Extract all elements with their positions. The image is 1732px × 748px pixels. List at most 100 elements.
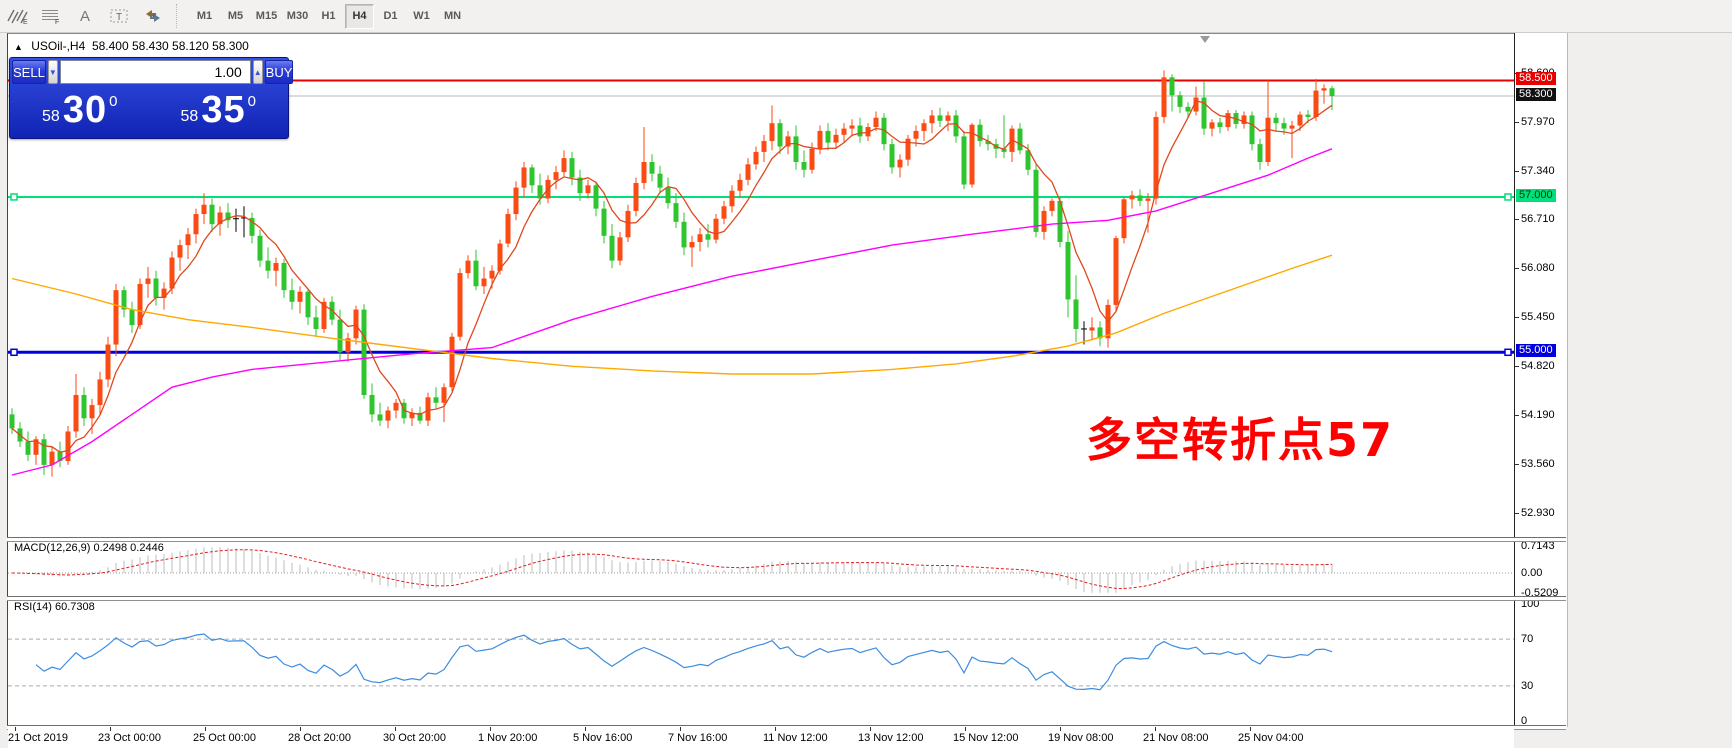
candle-body xyxy=(1218,122,1223,127)
price-tick-label: 57.340 xyxy=(1521,165,1555,177)
price-axis[interactable]: 58.60057.97057.34056.71056.08055.45054.8… xyxy=(1514,33,1568,727)
price-tick xyxy=(1515,464,1519,465)
price-flag-55.000: 55.000 xyxy=(1516,344,1556,357)
candle-body xyxy=(626,211,631,237)
candle-body xyxy=(1090,327,1095,330)
time-tick xyxy=(1250,727,1251,731)
candle-body xyxy=(586,185,591,193)
timeframe-button-h4[interactable]: H4 xyxy=(345,4,374,29)
candle-body xyxy=(1146,199,1151,201)
candle-body xyxy=(258,236,263,261)
rsi-indicator[interactable] xyxy=(8,598,1514,726)
indicators-grid-icon[interactable]: F xyxy=(36,4,66,28)
candle-body xyxy=(570,158,575,177)
candle-body xyxy=(770,123,775,141)
time-label: 23 Oct 00:00 xyxy=(98,732,161,744)
time-axis[interactable]: 21 Oct 201923 Oct 00:0025 Oct 00:0028 Oc… xyxy=(8,727,1514,748)
ohlc-close: 58.300 xyxy=(212,39,249,53)
text-label-icon[interactable]: A xyxy=(70,4,100,28)
candle-body xyxy=(946,115,951,120)
ohlc-high: 58.430 xyxy=(132,39,169,53)
sell-button[interactable]: SELL xyxy=(12,60,46,84)
candle-body xyxy=(394,403,399,411)
time-label: 30 Oct 20:00 xyxy=(383,732,446,744)
timeframe-button-m15[interactable]: M15 xyxy=(252,4,281,29)
volume-input[interactable] xyxy=(60,60,251,84)
candle-body xyxy=(938,115,943,120)
candle-body xyxy=(962,136,967,184)
candle-body xyxy=(610,236,615,261)
timeframe-button-h1[interactable]: H1 xyxy=(314,4,343,29)
price-tick xyxy=(1515,171,1519,172)
macd-label: MACD(12,26,9) 0.2498 0.2446 xyxy=(14,542,164,554)
candle-body xyxy=(690,242,695,247)
candle-body xyxy=(10,414,15,428)
price-tick-label: 53.560 xyxy=(1521,458,1555,470)
candle-body xyxy=(1210,122,1215,128)
candle-body xyxy=(1306,115,1311,117)
candle-body xyxy=(874,118,879,127)
candle-body xyxy=(898,160,903,168)
chart-expert-icon[interactable]: E xyxy=(2,4,32,28)
candle-body xyxy=(1066,242,1071,299)
candle-body xyxy=(1178,95,1183,107)
candle-body xyxy=(914,131,919,139)
shapes-arrow-icon[interactable]: ▼ xyxy=(138,4,168,28)
text-box-icon[interactable]: T xyxy=(104,4,134,28)
time-label: 25 Oct 00:00 xyxy=(193,732,256,744)
candle-body xyxy=(274,263,279,271)
volume-decrease-button[interactable]: ▼ xyxy=(48,60,58,84)
candle-body xyxy=(1122,199,1127,238)
candle-body xyxy=(810,149,815,170)
annotation-text: 多空转折点57 xyxy=(1086,404,1394,470)
candle-body xyxy=(298,292,303,302)
buy-price[interactable]: 58 35 0 xyxy=(151,86,287,134)
time-tick xyxy=(680,727,681,731)
hline-handle[interactable] xyxy=(1505,349,1511,355)
candle-body xyxy=(482,278,487,286)
chart-shift-marker-icon xyxy=(1200,36,1210,43)
volume-increase-button[interactable]: ▲ xyxy=(253,60,263,84)
macd-indicator[interactable] xyxy=(8,540,1514,596)
candle-body xyxy=(1282,123,1287,128)
sell-price-fraction: 0 xyxy=(109,93,117,110)
price-tick-label: 55.450 xyxy=(1521,311,1555,323)
time-label: 21 Oct 2019 xyxy=(8,732,68,744)
hline-handle[interactable] xyxy=(11,349,17,355)
price-tick xyxy=(1515,268,1519,269)
candle-body xyxy=(1226,113,1231,127)
timeframe-button-w1[interactable]: W1 xyxy=(407,4,436,29)
candle-body xyxy=(130,310,135,326)
hline-handle[interactable] xyxy=(1505,194,1511,200)
price-flag-57.000: 57.000 xyxy=(1516,189,1556,202)
symbol-period: USOil-,H4 xyxy=(31,39,85,53)
ohlc-open: 58.400 xyxy=(92,39,129,53)
sell-price-pips: 30 xyxy=(63,89,107,132)
timeframe-button-m1[interactable]: M1 xyxy=(190,4,219,29)
sell-price[interactable]: 58 30 0 xyxy=(12,86,148,134)
timeframe-button-mn[interactable]: MN xyxy=(438,4,467,29)
candle-body xyxy=(1330,88,1335,96)
toolbar: E F A T ▼ M1M5M15M30H1H4D1W1MN xyxy=(0,0,1732,33)
candle-body xyxy=(922,123,927,131)
timeframe-button-d1[interactable]: D1 xyxy=(376,4,405,29)
hline-handle[interactable] xyxy=(11,194,17,200)
candle-body xyxy=(146,278,151,283)
price-tick-label: 57.970 xyxy=(1521,116,1555,128)
candle-body xyxy=(714,219,719,240)
candle-body xyxy=(1042,211,1047,232)
candle-body xyxy=(706,234,711,239)
candle-body xyxy=(530,167,535,185)
candle-body xyxy=(778,123,783,146)
timeframe-button-m30[interactable]: M30 xyxy=(283,4,312,29)
candle-body xyxy=(1138,195,1143,200)
candle-body xyxy=(594,185,599,208)
candle-body xyxy=(434,397,439,402)
buy-button[interactable]: BUY xyxy=(265,60,294,84)
time-tick xyxy=(110,727,111,731)
timeframe-button-m5[interactable]: M5 xyxy=(221,4,250,29)
candle-body xyxy=(450,337,455,387)
ohlc-low: 58.120 xyxy=(172,39,209,53)
candle-body xyxy=(730,191,735,207)
candle-body xyxy=(666,188,671,204)
